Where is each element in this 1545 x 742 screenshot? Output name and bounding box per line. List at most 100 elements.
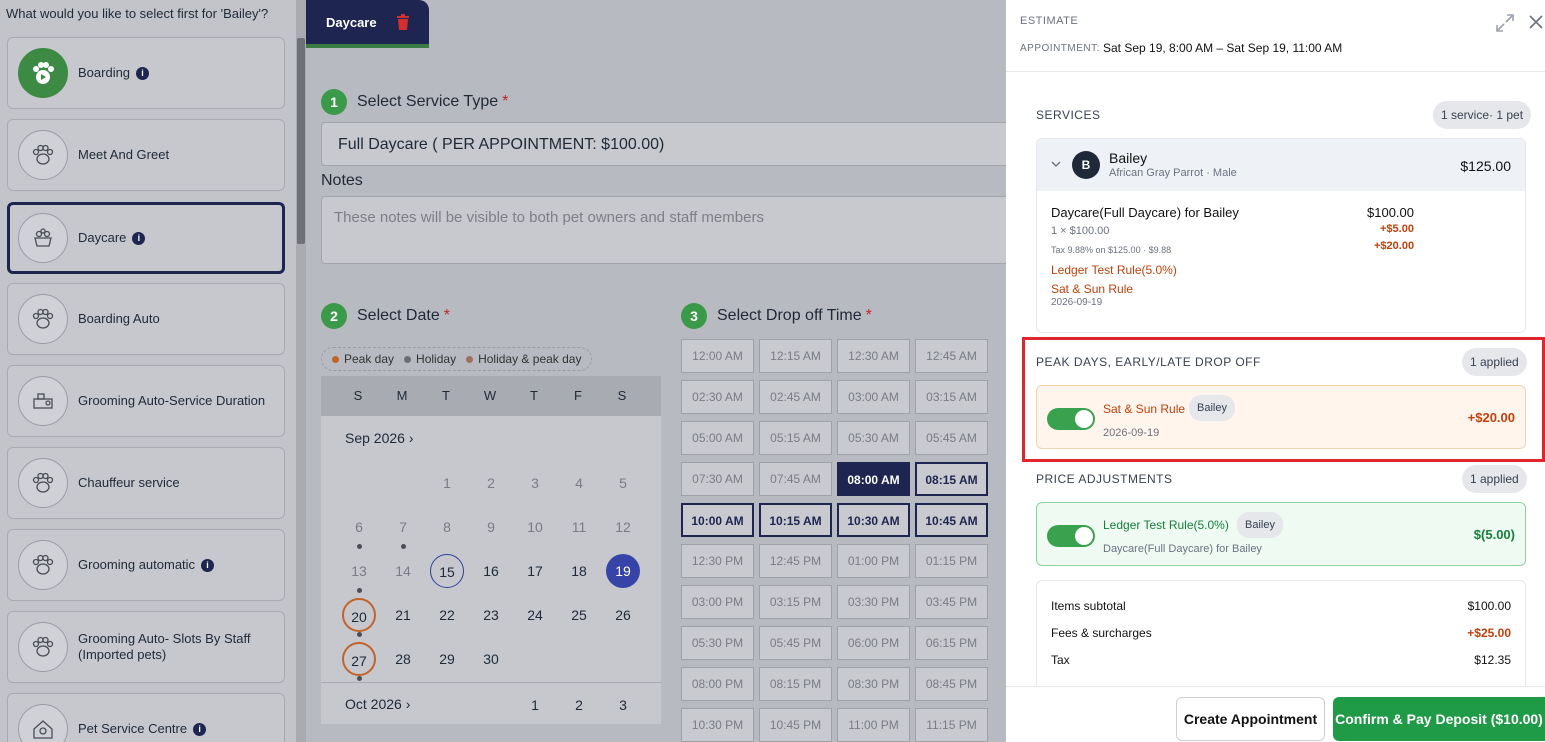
time-slot[interactable]: 05:45 AM: [915, 421, 988, 455]
calendar-day[interactable]: 29: [430, 642, 464, 676]
chevron-right-icon[interactable]: ›: [406, 696, 411, 712]
info-icon[interactable]: i: [136, 66, 150, 80]
time-slot[interactable]: 10:00 AM: [681, 503, 754, 537]
time-slot[interactable]: 03:00 PM: [681, 585, 754, 619]
calendar-day[interactable]: 25: [562, 598, 596, 632]
time-slot[interactable]: 01:00 PM: [837, 544, 910, 578]
calendar-day[interactable]: 19: [606, 554, 640, 588]
time-slot[interactable]: 12:45 PM: [759, 544, 832, 578]
create-appointment-button[interactable]: Create Appointment: [1176, 697, 1325, 741]
adjustments-badge: 1 applied: [1462, 465, 1527, 493]
time-slot[interactable]: 11:15 PM: [915, 708, 988, 742]
service-label: Boarding Auto: [78, 311, 160, 326]
calendar-day[interactable]: 2: [562, 688, 596, 722]
service-card-pet-service-centre[interactable]: Pet Service Centre i: [7, 693, 285, 742]
calendar-day: 9: [487, 519, 495, 535]
time-slot[interactable]: 08:30 PM: [837, 667, 910, 701]
time-slot[interactable]: 10:45 PM: [759, 708, 832, 742]
service-card-boarding-auto[interactable]: Boarding Auto: [7, 283, 285, 355]
time-slot[interactable]: 03:15 PM: [759, 585, 832, 619]
service-card-grooming-automatic[interactable]: Grooming automatic i: [7, 529, 285, 601]
service-card-chauffeur[interactable]: Chauffeur service: [7, 447, 285, 519]
calendar-month-label[interactable]: Oct 2026 ›: [345, 696, 410, 712]
time-slot[interactable]: 03:30 PM: [837, 585, 910, 619]
time-slot[interactable]: 02:45 AM: [759, 380, 832, 414]
time-slot[interactable]: 05:30 PM: [681, 626, 754, 660]
time-slot[interactable]: 05:30 AM: [837, 421, 910, 455]
info-icon[interactable]: i: [132, 231, 146, 245]
time-slot[interactable]: 07:45 AM: [759, 462, 832, 496]
weekday: S: [617, 388, 627, 403]
chevron-down-icon[interactable]: [1051, 159, 1061, 169]
step-title: Select Drop off Time: [717, 307, 862, 324]
calendar-day[interactable]: 21: [386, 598, 420, 632]
calendar-day: 13: [351, 563, 367, 579]
chevron-right-icon[interactable]: ›: [409, 430, 414, 446]
confirm-pay-deposit-button[interactable]: Confirm & Pay Deposit ($10.00): [1333, 697, 1545, 741]
time-slot[interactable]: 05:15 AM: [759, 421, 832, 455]
service-type-select[interactable]: Full Daycare ( PER APPOINTMENT: $100.00): [321, 122, 1006, 166]
left-scrollbar-thumb[interactable]: [297, 38, 305, 244]
service-card-grooming-auto-duration[interactable]: Grooming Auto-Service Duration: [7, 365, 285, 437]
time-slot[interactable]: 12:15 AM: [759, 339, 832, 373]
time-slot[interactable]: 11:00 PM: [837, 708, 910, 742]
time-slot[interactable]: 10:45 AM: [915, 503, 988, 537]
time-slot[interactable]: 06:15 PM: [915, 626, 988, 660]
notes-textarea[interactable]: These notes will be visible to both pet …: [321, 196, 1006, 264]
time-slot[interactable]: 12:30 PM: [681, 544, 754, 578]
time-slot[interactable]: 07:30 AM: [681, 462, 754, 496]
calendar-day[interactable]: 23: [474, 598, 508, 632]
calendar-day[interactable]: 28: [386, 642, 420, 676]
pet-name: Bailey: [1109, 150, 1148, 166]
time-slot[interactable]: 12:30 AM: [837, 339, 910, 373]
time-slot[interactable]: 10:30 PM: [681, 708, 754, 742]
calendar-day[interactable]: 27: [342, 642, 376, 676]
time-slot[interactable]: 10:15 AM: [759, 503, 832, 537]
tab-daycare[interactable]: Daycare: [306, 0, 429, 48]
time-slot[interactable]: 06:00 PM: [837, 626, 910, 660]
service-card-meet-and-greet[interactable]: Meet And Greet: [7, 119, 285, 191]
time-slot[interactable]: 02:30 AM: [681, 380, 754, 414]
time-slot[interactable]: 08:45 PM: [915, 667, 988, 701]
time-slot[interactable]: 03:45 PM: [915, 585, 988, 619]
time-slot[interactable]: 12:45 AM: [915, 339, 988, 373]
service-label: Grooming automatic: [78, 557, 196, 572]
time-slot[interactable]: 05:45 PM: [759, 626, 832, 660]
time-slot[interactable]: 10:30 AM: [837, 503, 910, 537]
pet-header[interactable]: B Bailey African Gray Parrot · Male $125…: [1037, 139, 1525, 191]
calendar-day-marker: [357, 676, 362, 681]
calendar-day[interactable]: 20: [342, 598, 376, 632]
trash-icon[interactable]: [397, 14, 409, 30]
expand-icon[interactable]: [1495, 13, 1515, 33]
calendar-day[interactable]: 3: [606, 688, 640, 722]
info-icon[interactable]: i: [201, 558, 215, 572]
calendar-day[interactable]: 30: [474, 642, 508, 676]
service-card-grooming-slots-by-staff[interactable]: Grooming Auto- Slots By Staff (Imported …: [7, 611, 285, 683]
time-slot[interactable]: 08:00 PM: [681, 667, 754, 701]
service-card-daycare[interactable]: Daycare i: [7, 202, 285, 274]
time-slot[interactable]: 03:15 AM: [915, 380, 988, 414]
step-drop-off-time: 3 Select Drop off Time *: [681, 303, 872, 329]
calendar-day[interactable]: 26: [606, 598, 640, 632]
time-slot[interactable]: 08:15 AM: [915, 462, 988, 496]
calendar-month-label[interactable]: Sep 2026 ›: [345, 430, 414, 446]
weekday: T: [442, 388, 450, 403]
calendar-day[interactable]: 24: [518, 598, 552, 632]
time-slot[interactable]: 12:00 AM: [681, 339, 754, 373]
time-slot[interactable]: 08:15 PM: [759, 667, 832, 701]
calendar-day[interactable]: 16: [474, 554, 508, 588]
close-icon[interactable]: [1527, 13, 1545, 31]
time-slot[interactable]: 05:00 AM: [681, 421, 754, 455]
info-icon[interactable]: i: [193, 722, 207, 736]
adjustment-toggle[interactable]: [1047, 525, 1095, 547]
time-slot[interactable]: 03:00 AM: [837, 380, 910, 414]
calendar-day[interactable]: 15: [430, 554, 464, 588]
time-slot[interactable]: 08:00 AM: [837, 462, 910, 496]
paw-play-icon: [18, 48, 68, 98]
calendar-day[interactable]: 1: [518, 688, 552, 722]
service-card-boarding[interactable]: Boarding i: [7, 37, 285, 109]
calendar-day[interactable]: 22: [430, 598, 464, 632]
calendar-day[interactable]: 18: [562, 554, 596, 588]
time-slot[interactable]: 01:15 PM: [915, 544, 988, 578]
calendar-day[interactable]: 17: [518, 554, 552, 588]
